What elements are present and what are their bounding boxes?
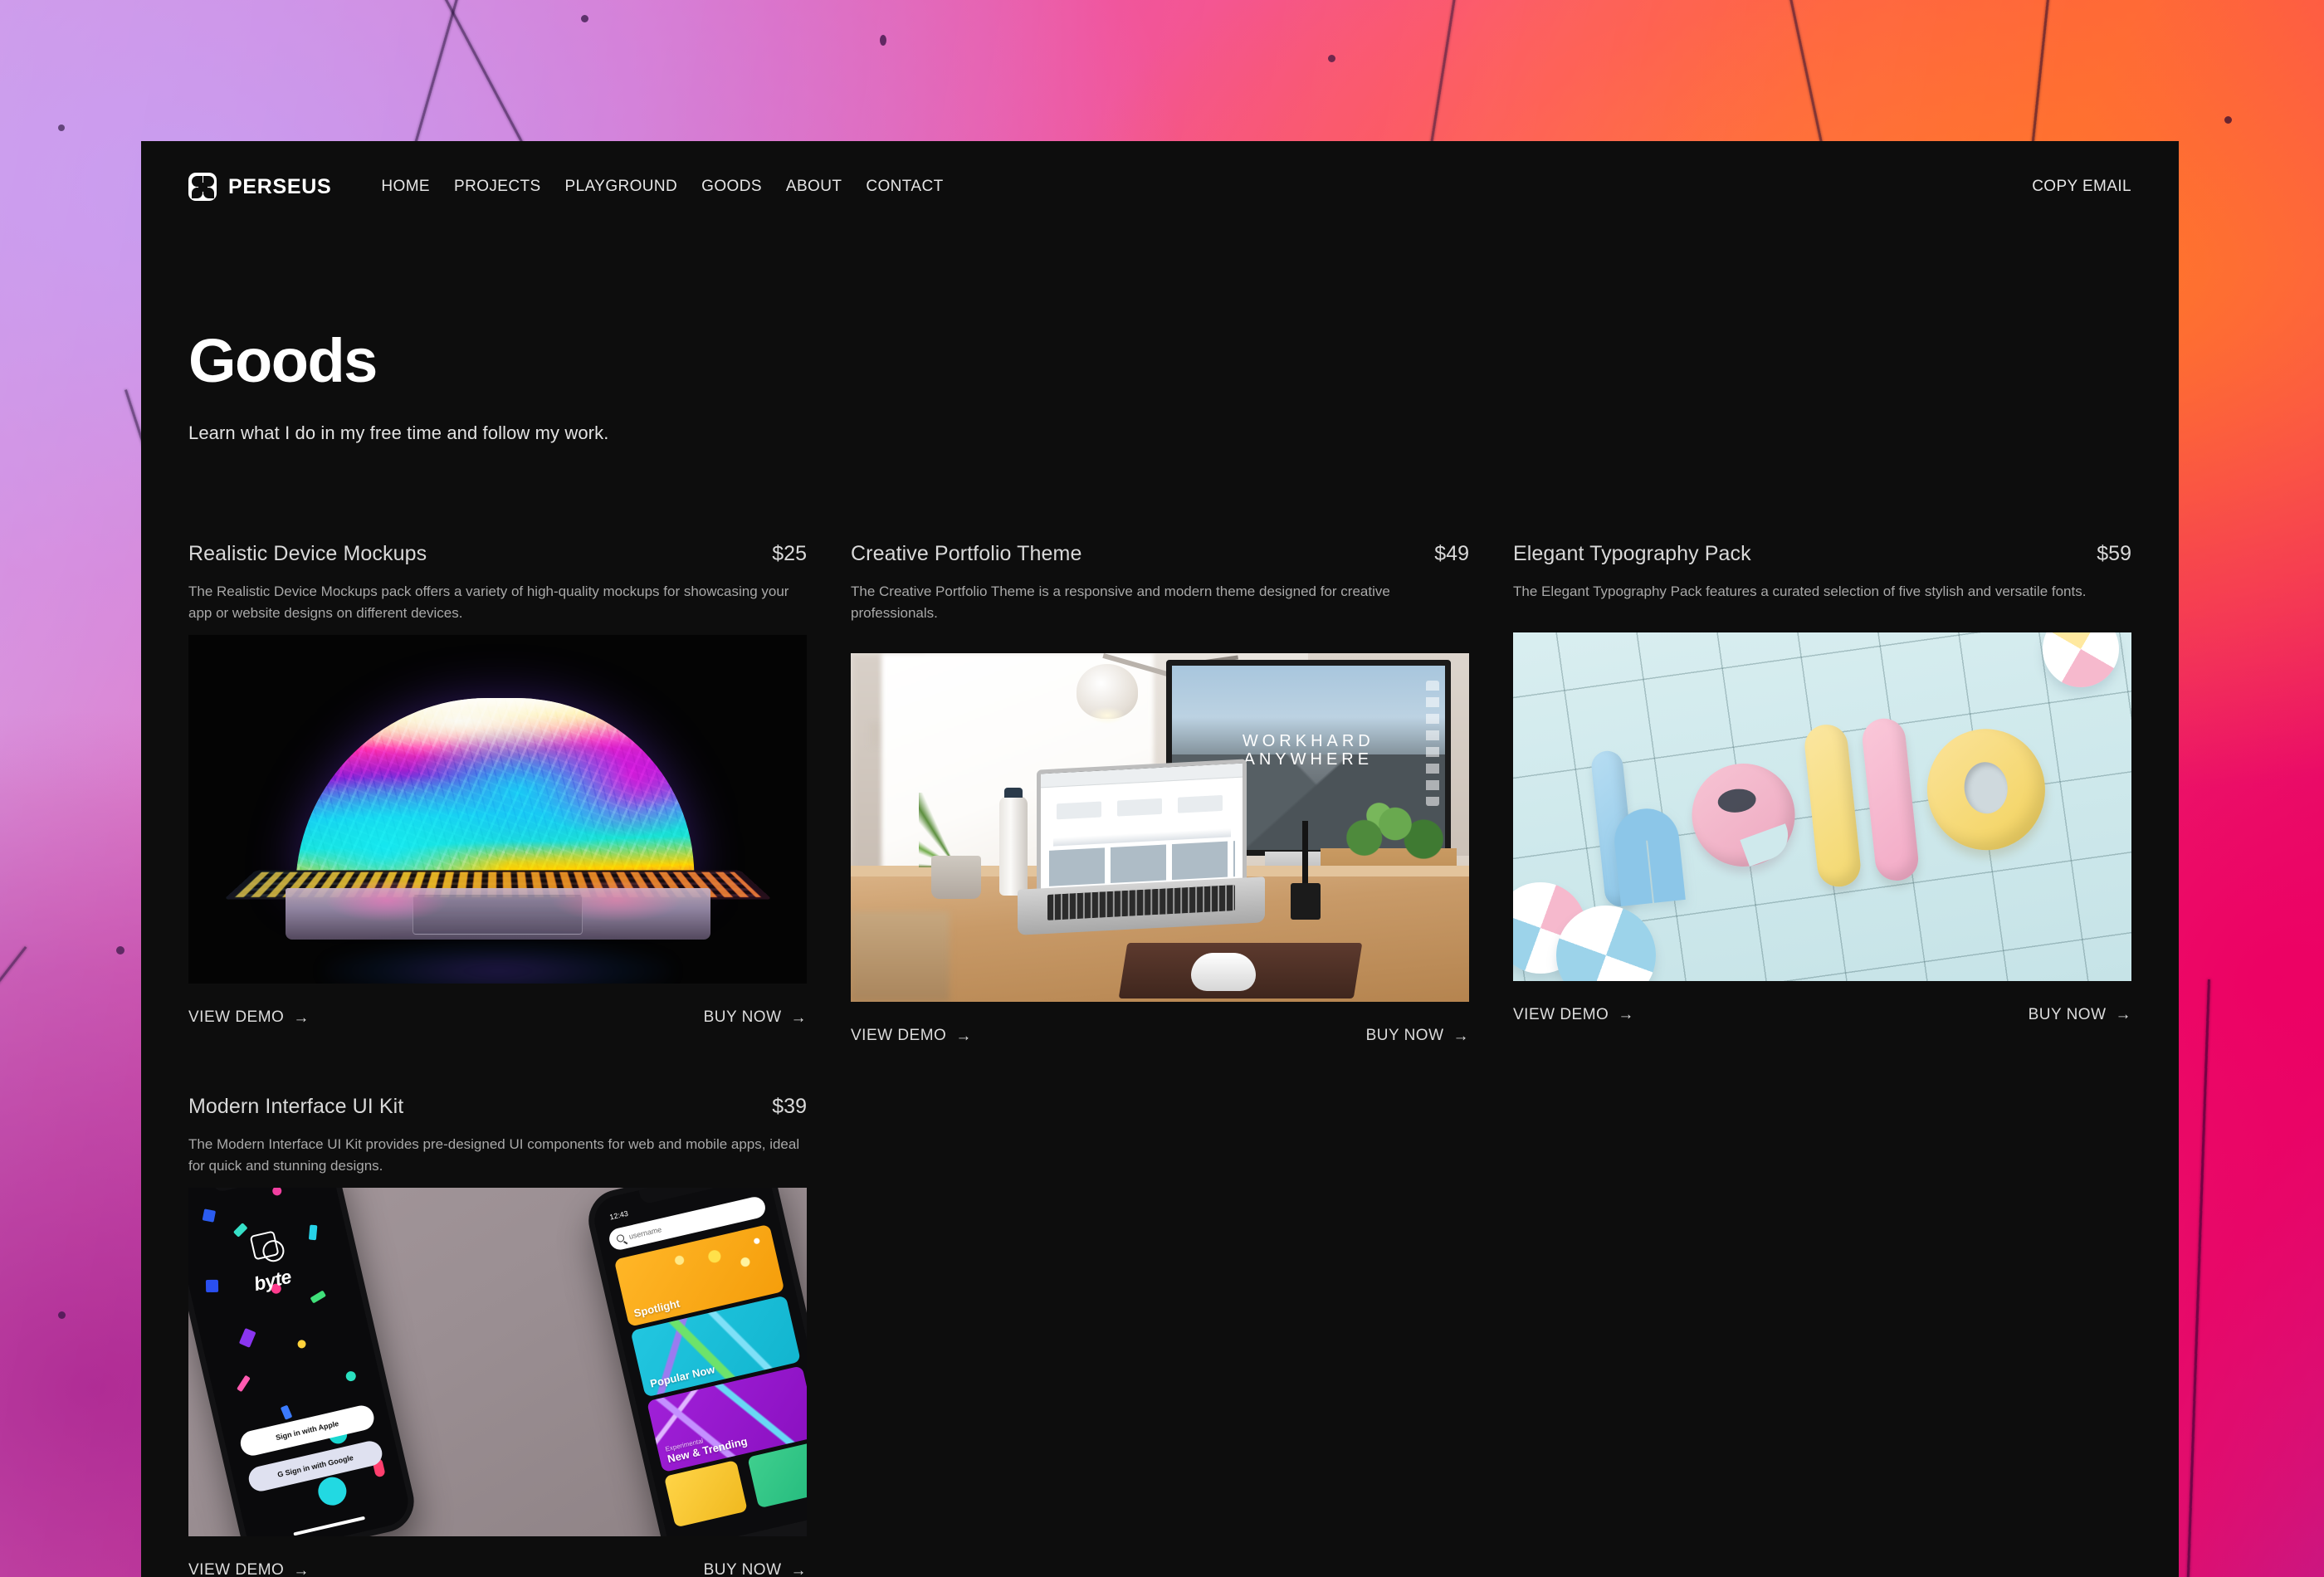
product-image[interactable]: byte Sign in with Apple G Sign in with G… <box>188 1188 807 1536</box>
view-demo-button[interactable]: VIEW DEMO → <box>1513 1006 1634 1024</box>
buy-now-button[interactable]: BUY NOW → <box>2029 1006 2131 1024</box>
product-image[interactable] <box>188 635 807 984</box>
product-description: The Elegant Typography Pack features a c… <box>1513 581 2131 603</box>
nav-item-goods[interactable]: GOODS <box>701 178 762 196</box>
phone-left: byte Sign in with Apple G Sign in with G… <box>188 1188 420 1536</box>
product-actions: VIEW DEMO → BUY NOW → <box>851 1027 1469 1045</box>
view-demo-button[interactable]: VIEW DEMO → <box>188 1561 310 1577</box>
buy-now-button[interactable]: BUY NOW → <box>704 1008 807 1027</box>
letter-h <box>1589 744 1685 907</box>
view-demo-button[interactable]: VIEW DEMO → <box>851 1027 972 1045</box>
copy-email-button[interactable]: COPY EMAIL <box>2032 178 2131 196</box>
brand-logo[interactable]: PERSEUS <box>188 173 331 201</box>
arrow-right-icon: → <box>293 1010 310 1026</box>
nav-item-about[interactable]: ABOUT <box>786 178 842 196</box>
site-header: PERSEUS HOME PROJECTS PLAYGROUND GOODS A… <box>141 141 2179 232</box>
product-price: $39 <box>772 1095 807 1119</box>
product-actions: VIEW DEMO → BUY NOW → <box>188 1008 807 1027</box>
arrow-right-icon: → <box>955 1028 972 1044</box>
product-title: Elegant Typography Pack <box>1513 542 1751 566</box>
view-demo-label: VIEW DEMO <box>188 1561 284 1577</box>
letter-l-2 <box>1860 716 1920 882</box>
product-title: Realistic Device Mockups <box>188 542 427 566</box>
screen-text-line1: WORKHARD <box>1172 732 1445 751</box>
buy-now-label: BUY NOW <box>704 1008 782 1027</box>
phone-right: 12:43 username Spotlight Popular Now Exp… <box>583 1188 807 1536</box>
letter-l-1 <box>1802 722 1862 888</box>
site-panel: PERSEUS HOME PROJECTS PLAYGROUND GOODS A… <box>141 141 2179 1577</box>
nav-item-playground[interactable]: PLAYGROUND <box>565 178 678 196</box>
byte-logo-icon <box>249 1230 279 1260</box>
product-description: The Modern Interface UI Kit provides pre… <box>188 1134 807 1176</box>
product-price: $49 <box>1434 542 1469 566</box>
product-image[interactable]: WORKHARD ANYWHERE <box>851 653 1469 1002</box>
page-title: Goods <box>188 330 2131 392</box>
tile-small-a[interactable] <box>664 1460 748 1528</box>
arrow-right-icon: → <box>293 1563 310 1577</box>
product-card: Creative Portfolio Theme $49 The Creativ… <box>851 542 1469 1045</box>
product-header: Elegant Typography Pack $59 <box>1513 542 2131 566</box>
arrow-right-icon: → <box>791 1563 808 1577</box>
goods-grid: Realistic Device Mockups $25 The Realist… <box>141 542 2179 1577</box>
buy-now-label: BUY NOW <box>2029 1006 2107 1024</box>
product-title: Creative Portfolio Theme <box>851 542 1081 566</box>
perseus-flower-logo-icon <box>188 173 217 201</box>
search-placeholder: username <box>628 1225 662 1241</box>
main-nav: HOME PROJECTS PLAYGROUND GOODS ABOUT CON… <box>381 178 943 196</box>
product-description: The Realistic Device Mockups pack offers… <box>188 581 807 623</box>
view-demo-label: VIEW DEMO <box>1513 1006 1609 1024</box>
page-subtitle: Learn what I do in my free time and foll… <box>188 422 2131 444</box>
status-time: 12:43 <box>609 1209 629 1222</box>
nav-item-projects[interactable]: PROJECTS <box>454 178 541 196</box>
buy-now-label: BUY NOW <box>704 1561 782 1577</box>
product-actions: VIEW DEMO → BUY NOW → <box>188 1561 807 1577</box>
brand-name: PERSEUS <box>228 175 331 199</box>
arrow-right-icon: → <box>2116 1007 2132 1023</box>
product-price: $59 <box>2097 542 2131 566</box>
product-card: Elegant Typography Pack $59 The Elegant … <box>1513 542 2131 1045</box>
product-card: Modern Interface UI Kit $39 The Modern I… <box>188 1095 807 1577</box>
letter-e <box>1687 758 1799 871</box>
arrow-right-icon: → <box>1453 1028 1470 1044</box>
product-card: Realistic Device Mockups $25 The Realist… <box>188 542 807 1045</box>
buy-now-button[interactable]: BUY NOW → <box>1366 1027 1469 1045</box>
arrow-right-icon: → <box>791 1010 808 1026</box>
buy-now-label: BUY NOW <box>1366 1027 1444 1045</box>
product-header: Realistic Device Mockups $25 <box>188 542 807 566</box>
search-icon <box>616 1234 625 1243</box>
product-header: Creative Portfolio Theme $49 <box>851 542 1469 566</box>
product-actions: VIEW DEMO → BUY NOW → <box>1513 1006 2131 1024</box>
nav-item-home[interactable]: HOME <box>381 178 430 196</box>
view-demo-button[interactable]: VIEW DEMO → <box>188 1008 310 1027</box>
buy-now-button[interactable]: BUY NOW → <box>704 1561 807 1577</box>
product-image[interactable] <box>1513 632 2131 981</box>
arrow-right-icon: → <box>1618 1007 1634 1023</box>
product-title: Modern Interface UI Kit <box>188 1095 403 1119</box>
view-demo-label: VIEW DEMO <box>851 1027 946 1045</box>
product-header: Modern Interface UI Kit $39 <box>188 1095 807 1119</box>
view-demo-label: VIEW DEMO <box>188 1008 284 1027</box>
product-description: The Creative Portfolio Theme is a respon… <box>851 581 1469 623</box>
product-price: $25 <box>772 542 807 566</box>
nav-item-contact[interactable]: CONTACT <box>866 178 943 196</box>
hero-section: Goods Learn what I do in my free time an… <box>141 232 2179 444</box>
letter-o <box>1921 723 2051 856</box>
